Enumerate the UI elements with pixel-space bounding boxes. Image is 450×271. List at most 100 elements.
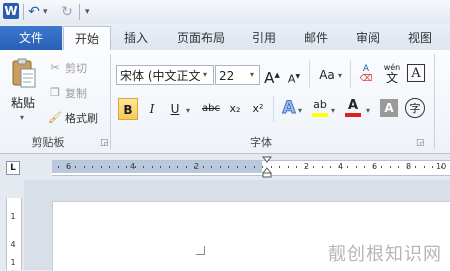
- cut-label: 剪切: [65, 62, 87, 75]
- tab-selector-button[interactable]: L: [6, 161, 20, 175]
- clipboard-dialog-launcher-icon[interactable]: ◲: [100, 138, 109, 148]
- ruler-number: 1: [10, 212, 16, 221]
- grow-font-button[interactable]: A▲: [264, 64, 280, 87]
- highlight-color-bar: [312, 113, 328, 117]
- character-border-button[interactable]: A: [407, 64, 425, 82]
- ruler-tick: [194, 166, 195, 168]
- ruler-number: 1: [10, 258, 16, 267]
- underline-chevron-down-icon[interactable]: ▾: [186, 106, 190, 115]
- tab-review[interactable]: 审阅: [346, 26, 390, 50]
- strikethrough-button[interactable]: abc: [200, 98, 222, 120]
- font-color-bar: [345, 113, 361, 117]
- change-case-chevron-down-icon[interactable]: ▾: [338, 71, 342, 80]
- undo-icon[interactable]: ↶: [27, 3, 41, 21]
- font-family-value: 宋体 (中文正文: [120, 69, 201, 83]
- word-logo-icon[interactable]: W: [3, 3, 19, 19]
- qat-separator: [23, 4, 24, 20]
- divider: [350, 60, 351, 88]
- ruler-tick: [271, 166, 272, 168]
- enclose-characters-button[interactable]: 字: [405, 98, 425, 118]
- highlight-icon: ab: [313, 98, 327, 111]
- tab-insert[interactable]: 插入: [112, 26, 160, 50]
- ruler-tick: [398, 166, 399, 168]
- ruler-tick: [373, 166, 374, 168]
- bold-button[interactable]: B: [118, 98, 138, 120]
- ruler-tick: [177, 166, 178, 168]
- customize-qat-icon[interactable]: ▾: [85, 3, 90, 21]
- tab-file[interactable]: 文件: [0, 26, 62, 50]
- tab-references[interactable]: 引用: [242, 26, 286, 50]
- ruler-tick: [313, 166, 314, 168]
- copy-icon: ❐: [50, 86, 60, 99]
- copy-button[interactable]: ❐ 复制: [48, 85, 87, 101]
- ruler-tick: [279, 166, 280, 168]
- character-border-icon: A: [411, 66, 421, 81]
- ruler-tick: [330, 166, 331, 168]
- paste-button-label[interactable]: 粘贴: [11, 94, 35, 111]
- ruler-tick: [92, 166, 93, 168]
- ruler-tick: [211, 166, 212, 168]
- ruler-tick: [441, 166, 442, 168]
- font-dialog-launcher-icon[interactable]: ◲: [416, 138, 425, 148]
- change-case-icon: Aa: [319, 68, 335, 82]
- ruler-number: 4: [10, 240, 16, 249]
- cut-button[interactable]: ✂ 剪切: [48, 60, 87, 76]
- ruler-tick: [118, 166, 119, 168]
- italic-icon: I: [149, 102, 155, 116]
- paste-icon[interactable]: [10, 57, 38, 89]
- copy-label: 复制: [65, 87, 87, 100]
- italic-button[interactable]: I: [144, 98, 160, 120]
- ruler-tick: [364, 166, 365, 168]
- ruler-tick: [407, 166, 408, 168]
- enclose-characters-icon: 字: [409, 102, 421, 115]
- tab-home[interactable]: 开始: [63, 26, 111, 52]
- group-separator: [434, 54, 435, 149]
- undo-dropdown-chevron-icon[interactable]: ▾: [43, 3, 48, 21]
- ruler-tick: [305, 166, 306, 168]
- ruler-tick: [415, 166, 416, 168]
- character-shading-button[interactable]: A: [380, 99, 398, 117]
- clear-formatting-icon[interactable]: A ⌫: [356, 64, 376, 86]
- tab-mailings[interactable]: 邮件: [294, 26, 338, 50]
- font-color-chevron-down-icon[interactable]: ▾: [366, 106, 370, 115]
- highlight-chevron-down-icon[interactable]: ▾: [331, 106, 335, 115]
- tab-page-layout[interactable]: 页面布局: [166, 26, 236, 50]
- subscript-button[interactable]: x₂: [226, 98, 244, 120]
- ruler-tick: [186, 166, 187, 168]
- paste-dropdown-chevron-icon[interactable]: ▾: [20, 113, 24, 122]
- ruler-tick: [347, 166, 348, 168]
- ruler-tick: [262, 166, 263, 168]
- format-painter-button[interactable]: 🖌 格式刷: [48, 110, 98, 126]
- group-separator: [110, 54, 111, 149]
- ruler-tick: [237, 166, 238, 168]
- change-case-button[interactable]: Aa: [316, 64, 338, 86]
- text-effects-button[interactable]: A: [280, 97, 298, 119]
- ruler-tick: [160, 166, 161, 168]
- font-family-combo[interactable]: 宋体 (中文正文: [116, 65, 214, 85]
- scissors-icon: ✂: [50, 61, 60, 74]
- tab-view[interactable]: 视图: [398, 26, 442, 50]
- font-size-chevron-down-icon[interactable]: ▾: [250, 70, 254, 79]
- text-effects-chevron-down-icon[interactable]: ▾: [298, 106, 302, 115]
- font-color-icon: A: [347, 98, 359, 113]
- font-family-chevron-down-icon[interactable]: ▾: [203, 70, 207, 79]
- underline-button[interactable]: U: [167, 98, 183, 120]
- ruler-tick: [254, 166, 255, 168]
- ruler-tick: [220, 166, 221, 168]
- ruler-tick: [143, 166, 144, 168]
- font-group-label: 字体: [250, 136, 272, 149]
- superscript-icon: x²: [252, 102, 264, 115]
- ruler-tick: [381, 166, 382, 168]
- redo-icon[interactable]: ↻: [60, 3, 74, 21]
- shrink-font-button[interactable]: A▼: [287, 66, 301, 88]
- grow-font-icon: A: [264, 69, 275, 87]
- highlight-button[interactable]: ab: [310, 98, 330, 120]
- phonetic-guide-button[interactable]: wén 文: [380, 62, 404, 86]
- superscript-button[interactable]: x²: [249, 98, 267, 120]
- strikethrough-icon: abc: [202, 103, 220, 114]
- ruler-tick: [339, 166, 340, 168]
- ruler-tick: [67, 166, 68, 168]
- character-shading-icon: A: [384, 101, 394, 115]
- font-color-button[interactable]: A: [344, 98, 362, 120]
- ruler-tick: [152, 166, 153, 168]
